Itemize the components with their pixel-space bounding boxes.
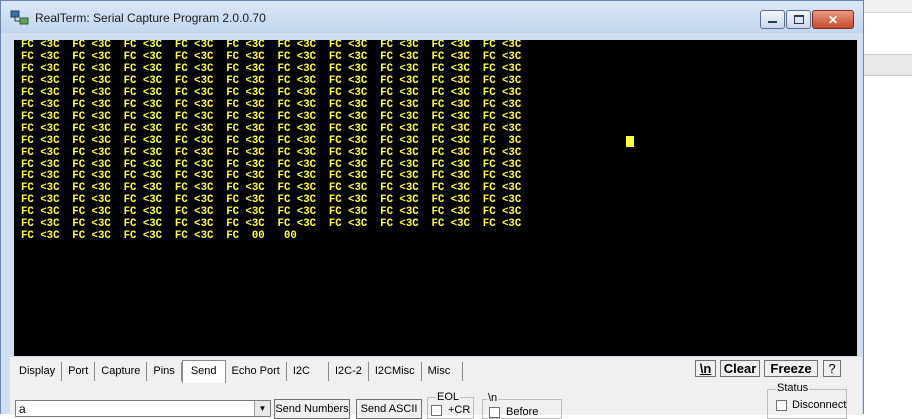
tab-echo-port[interactable]: Echo Port xyxy=(226,362,287,381)
app-icon xyxy=(10,10,30,26)
cr-label: +CR xyxy=(448,404,471,416)
help-button[interactable]: ? xyxy=(823,360,841,377)
status-group: Status Disconnect xyxy=(767,382,847,419)
tab-strip: Display Port Capture Pins Send Echo Port… xyxy=(13,360,464,383)
minimize-icon xyxy=(768,21,777,23)
cr-checkbox[interactable] xyxy=(431,405,442,416)
window-title: RealTerm: Serial Capture Program 2.0.0.7… xyxy=(35,11,266,25)
tab-display[interactable]: Display xyxy=(13,362,63,381)
eol-group-label: EOL xyxy=(436,391,461,403)
send-input-combo[interactable]: a ▼ xyxy=(15,400,271,417)
tab-pins[interactable]: Pins xyxy=(147,362,182,381)
control-panel: Display Port Capture Pins Send Echo Port… xyxy=(10,357,862,419)
tab-i2cmisc[interactable]: I2CMisc xyxy=(369,362,422,381)
newline-group: \n Before xyxy=(482,392,562,419)
title-bar[interactable]: RealTerm: Serial Capture Program 2.0.0.7… xyxy=(1,1,863,33)
freeze-button[interactable]: Freeze xyxy=(764,360,818,377)
status-legend: Status xyxy=(776,382,810,394)
close-button[interactable]: ✕ xyxy=(812,10,854,29)
tab-capture[interactable]: Capture xyxy=(95,362,148,381)
send-numbers-button[interactable]: Send Numbers xyxy=(274,399,350,419)
tab-send[interactable]: Send xyxy=(181,360,226,383)
tab-i2c-2[interactable]: I2C-2 xyxy=(329,362,369,381)
newline-toggle-button[interactable]: \n xyxy=(695,360,716,377)
newline-group-label: \n xyxy=(487,392,499,404)
terminal-display[interactable]: FC <3C FC <3C FC <3C FC <3C FC <3C FC <3… xyxy=(14,40,857,356)
terminal-cursor xyxy=(626,136,634,147)
tab-i2c[interactable]: I2C xyxy=(287,362,329,381)
background-window-strip xyxy=(864,54,912,76)
tab-port[interactable]: Port xyxy=(62,362,96,381)
terminal-output: FC <3C FC <3C FC <3C FC <3C FC <3C FC <3… xyxy=(21,40,522,243)
send-ascii-label: Send ASCII xyxy=(360,403,418,415)
disconnect-label: Disconnect xyxy=(792,399,847,411)
background-window-strip xyxy=(864,12,912,13)
send-numbers-label: Send Numbers xyxy=(275,403,349,415)
eol-group: EOL +CR xyxy=(427,391,474,419)
tab-misc[interactable]: Misc xyxy=(422,362,464,381)
maximize-icon xyxy=(793,15,804,24)
realterm-window: RealTerm: Serial Capture Program 2.0.0.7… xyxy=(0,0,864,419)
clear-button[interactable]: Clear xyxy=(720,360,760,377)
close-icon: ✕ xyxy=(827,12,839,27)
background-window-strip xyxy=(864,0,912,12)
before-checkbox[interactable] xyxy=(489,407,500,418)
maximize-button[interactable] xyxy=(786,10,811,29)
send-ascii-button[interactable]: Send ASCII xyxy=(356,399,422,419)
before-label: Before xyxy=(506,406,539,418)
disconnect-checkbox[interactable] xyxy=(776,400,787,411)
minimize-button[interactable] xyxy=(760,10,785,29)
